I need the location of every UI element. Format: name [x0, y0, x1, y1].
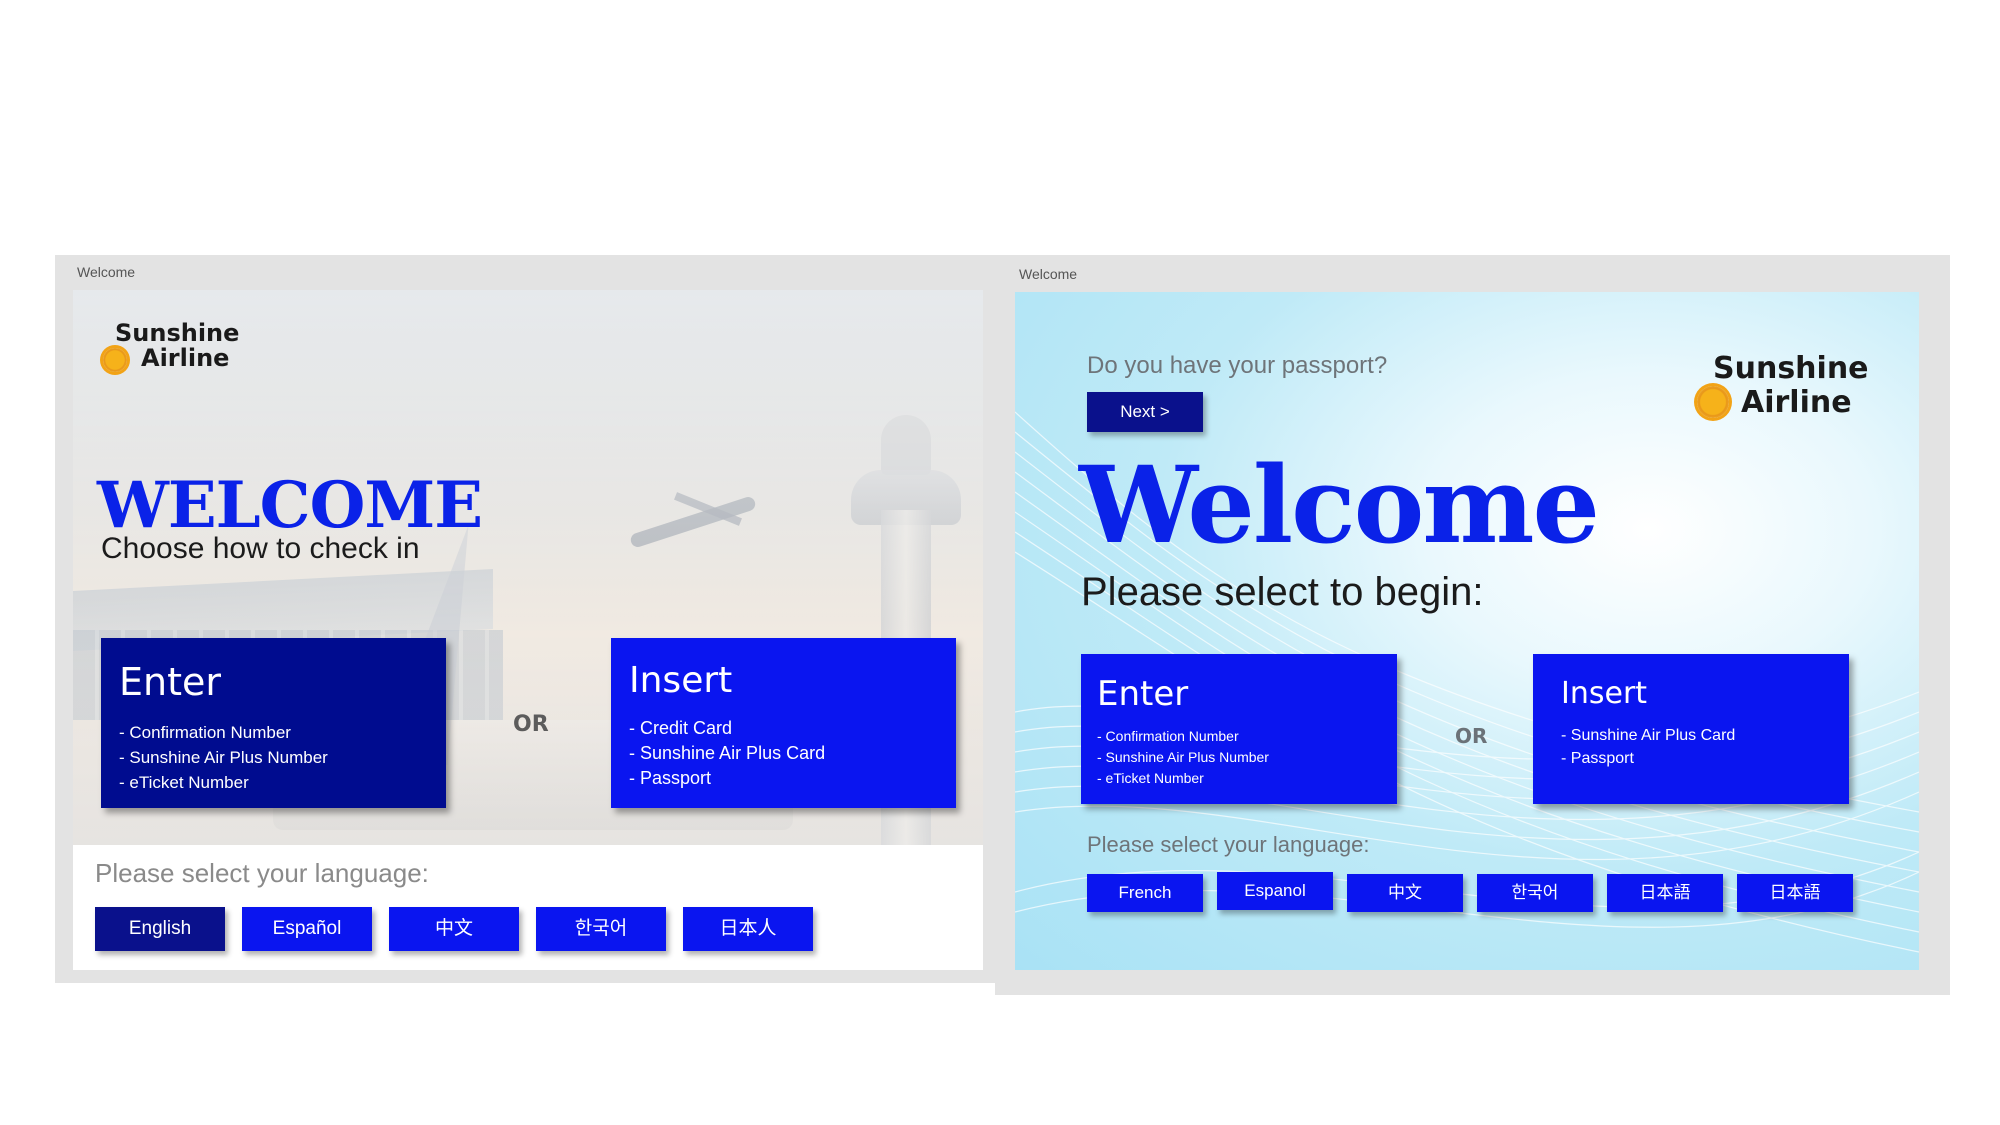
insert-card-title: Insert: [629, 660, 733, 701]
language-button-english[interactable]: English: [95, 907, 225, 951]
enter-option-card[interactable]: Enter - Confirmation Number - Sunshine A…: [101, 638, 446, 808]
insert-card-title: Insert: [1561, 676, 1648, 711]
logo-line-1: Sunshine: [115, 319, 240, 347]
list-item: - Sunshine Air Plus Number: [1097, 749, 1269, 765]
enter-card-title: Enter: [119, 660, 221, 704]
insert-card-list: - Sunshine Air Plus Card - Passport: [1561, 724, 1735, 770]
right-window: Welcome Do you have your passport? Next …: [995, 255, 1950, 995]
list-item: - Confirmation Number: [119, 723, 291, 742]
language-button-japanese-2[interactable]: 日本語: [1737, 874, 1853, 912]
language-button-espanol[interactable]: Espanol: [1217, 872, 1333, 910]
enter-option-card[interactable]: Enter - Confirmation Number - Sunshine A…: [1081, 654, 1397, 804]
left-kiosk-screen: Sunshine Airline WELCOME Choose how to c…: [73, 290, 983, 970]
list-item: - Sunshine Air Plus Card: [629, 743, 826, 763]
list-item: - Sunshine Air Plus Card: [1561, 727, 1736, 744]
list-item: - Passport: [629, 768, 712, 788]
sun-icon: [103, 348, 127, 372]
left-window: Welcome Sunshine Airline WELCOME Choose …: [55, 255, 1015, 983]
list-item: - Confirmation Number: [1097, 728, 1239, 744]
page-subtitle: Choose how to check in: [101, 532, 420, 565]
language-button-japanese[interactable]: 日本人: [683, 907, 813, 951]
language-button-chinese[interactable]: 中文: [1347, 874, 1463, 912]
logo-line-2: Airline: [141, 344, 230, 372]
insert-card-list: - Credit Card - Sunshine Air Plus Card -…: [629, 716, 825, 791]
next-button[interactable]: Next >: [1087, 392, 1203, 432]
or-separator: OR: [1455, 724, 1488, 748]
enter-card-list: - Confirmation Number - Sunshine Air Plu…: [1097, 726, 1269, 789]
list-item: - Passport: [1561, 750, 1634, 767]
insert-option-card[interactable]: Insert - Credit Card - Sunshine Air Plus…: [611, 638, 956, 808]
or-separator: OR: [513, 712, 549, 737]
logo-line-1: Sunshine: [1713, 351, 1869, 386]
window-title: Welcome: [1019, 266, 1078, 282]
enter-card-title: Enter: [1097, 674, 1189, 714]
language-button-korean[interactable]: 한국어: [536, 907, 666, 951]
page-subtitle: Please select to begin:: [1081, 570, 1484, 614]
list-item: - Credit Card: [629, 718, 733, 738]
language-button-espanol[interactable]: Español: [242, 907, 372, 951]
page-title: Welcome: [1079, 442, 1600, 567]
insert-option-card[interactable]: Insert - Sunshine Air Plus Card - Passpo…: [1533, 654, 1849, 804]
list-item: - eTicket Number: [119, 773, 249, 792]
window-title: Welcome: [77, 264, 136, 280]
language-prompt: Please select your language:: [95, 858, 429, 888]
language-button-japanese[interactable]: 日本語: [1607, 874, 1723, 912]
language-button-french[interactable]: French: [1087, 874, 1203, 912]
list-item: - Sunshine Air Plus Number: [119, 748, 328, 767]
sun-icon: [1697, 386, 1729, 418]
list-item: - eTicket Number: [1097, 770, 1204, 786]
enter-card-list: - Confirmation Number - Sunshine Air Plu…: [119, 720, 328, 795]
language-button-korean[interactable]: 한국어: [1477, 874, 1593, 912]
sunshine-airline-logo: Sunshine Airline: [103, 318, 239, 378]
sunshine-airline-logo: Sunshine Airline: [1697, 350, 1869, 430]
right-kiosk-screen: Do you have your passport? Next > Sunshi…: [1015, 292, 1919, 970]
language-prompt: Please select your language:: [1087, 832, 1370, 857]
passport-question: Do you have your passport?: [1087, 352, 1388, 379]
logo-line-2: Airline: [1741, 385, 1852, 420]
language-button-chinese[interactable]: 中文: [389, 907, 519, 951]
